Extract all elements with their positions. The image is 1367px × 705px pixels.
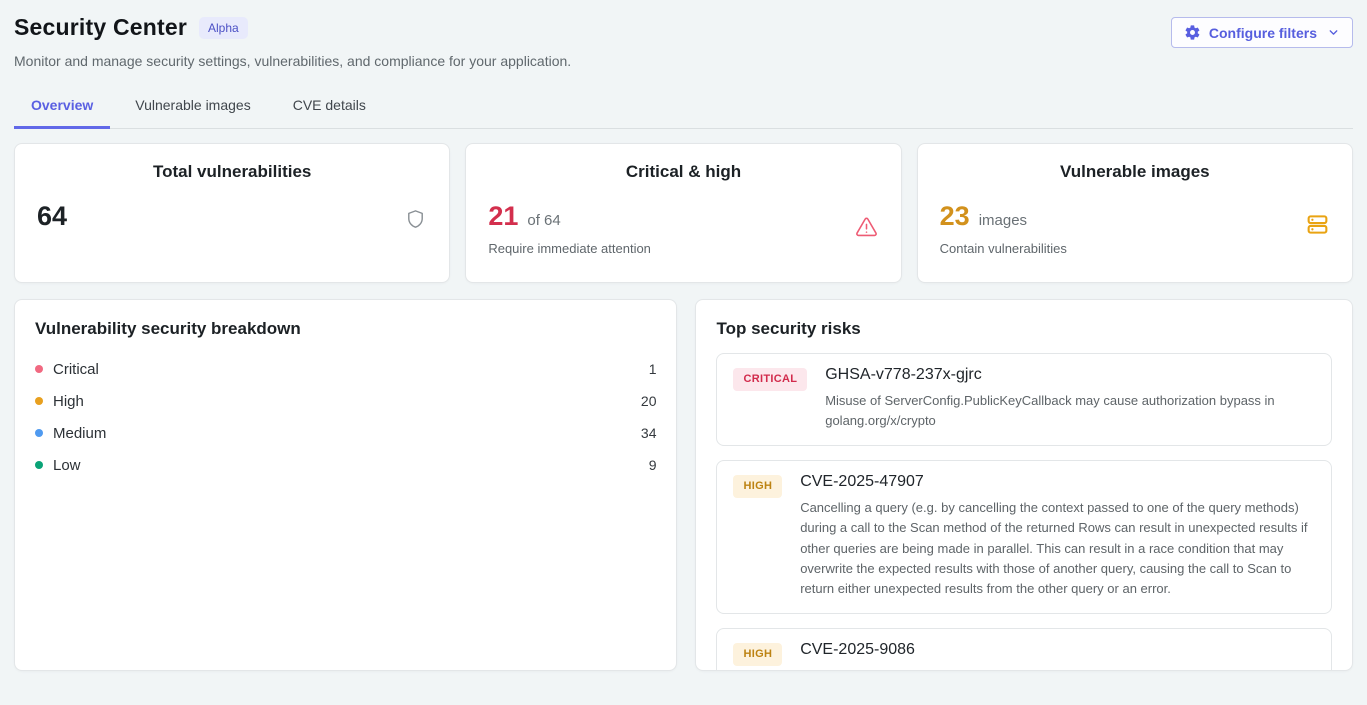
severity-row-critical: Critical 1 — [35, 353, 656, 385]
stat-card-subtext: Require immediate attention — [488, 241, 878, 256]
panels-row: Vulnerability security breakdown Critica… — [14, 299, 1353, 671]
tab-vulnerable-images[interactable]: Vulnerable images — [118, 91, 267, 129]
stat-card-critical-high: Critical & high 21 of 64 Require immedia… — [465, 143, 901, 283]
stat-card-total-vulnerabilities: Total vulnerabilities 64 — [14, 143, 450, 283]
risk-item-ghsa-v778-237x-gjrc[interactable]: CRITICAL GHSA-v778-237x-gjrc Misuse of S… — [716, 353, 1332, 446]
stat-card-subtext: Contain vulnerabilities — [940, 241, 1330, 256]
stat-cards-row: Total vulnerabilities 64 Critical & high… — [14, 143, 1353, 283]
vulnerability-breakdown-panel: Vulnerability security breakdown Critica… — [14, 299, 677, 671]
top-security-risks-panel: Top security risks CRITICAL GHSA-v778-23… — [695, 299, 1353, 671]
total-vulnerabilities-value: 64 — [37, 203, 67, 230]
severity-badge-high: HIGH — [733, 475, 782, 498]
breakdown-panel-title: Vulnerability security breakdown — [35, 319, 656, 339]
severity-row-medium: Medium 34 — [35, 417, 656, 449]
severity-count: 34 — [641, 425, 657, 441]
page-title: Security Center — [14, 14, 187, 41]
tab-bar: Overview Vulnerable images CVE details — [14, 91, 1353, 129]
critical-high-suffix: of 64 — [527, 212, 560, 229]
severity-label: Low — [53, 457, 81, 474]
risk-id: GHSA-v778-237x-gjrc — [825, 366, 1315, 384]
stat-card-title: Vulnerable images — [940, 162, 1330, 182]
gear-icon — [1184, 24, 1201, 41]
severity-badge-critical: CRITICAL — [733, 368, 807, 391]
warning-triangle-icon — [854, 214, 879, 244]
severity-row-low: Low 9 — [35, 449, 656, 481]
severity-count: 20 — [641, 393, 657, 409]
risk-description: Cancelling a query (e.g. by cancelling t… — [800, 498, 1315, 599]
severity-count: 1 — [649, 361, 657, 377]
severity-label: Medium — [53, 425, 106, 442]
severity-label: High — [53, 393, 84, 410]
risk-list: CRITICAL GHSA-v778-237x-gjrc Misuse of S… — [716, 353, 1332, 671]
risk-item-cve-2025-9086[interactable]: HIGH CVE-2025-9086 — [716, 628, 1332, 671]
vulnerable-images-suffix: images — [979, 212, 1027, 229]
security-center-page: Security Center Alpha Monitor and manage… — [0, 0, 1367, 705]
risk-id: CVE-2025-47907 — [800, 473, 1315, 491]
top-risks-panel-title: Top security risks — [716, 319, 1332, 339]
server-stack-icon — [1305, 212, 1330, 242]
vulnerable-images-value: 23 — [940, 203, 970, 230]
stat-card-vulnerable-images: Vulnerable images 23 images Contain vuln… — [917, 143, 1353, 283]
high-dot-icon — [35, 397, 43, 405]
configure-filters-button[interactable]: Configure filters — [1171, 17, 1353, 48]
chevron-down-icon — [1327, 26, 1340, 39]
shield-icon — [404, 208, 427, 236]
severity-label: Critical — [53, 361, 99, 378]
low-dot-icon — [35, 461, 43, 469]
critical-dot-icon — [35, 365, 43, 373]
page-header: Security Center Alpha Monitor and manage… — [0, 0, 1367, 69]
severity-count: 9 — [649, 457, 657, 473]
stat-card-title: Critical & high — [488, 162, 878, 182]
risk-description: Misuse of ServerConfig.PublicKeyCallback… — [825, 391, 1315, 431]
risk-item-cve-2025-47907[interactable]: HIGH CVE-2025-47907 Cancelling a query (… — [716, 460, 1332, 614]
tab-cve-details[interactable]: CVE details — [276, 91, 383, 129]
configure-filters-label: Configure filters — [1209, 25, 1317, 41]
risk-id: CVE-2025-9086 — [800, 641, 1315, 659]
severity-row-high: High 20 — [35, 385, 656, 417]
page-subtitle: Monitor and manage security settings, vu… — [14, 53, 1353, 69]
critical-high-value: 21 — [488, 203, 518, 230]
stat-card-title: Total vulnerabilities — [37, 162, 427, 182]
alpha-badge: Alpha — [199, 17, 248, 39]
tab-overview[interactable]: Overview — [14, 91, 110, 129]
severity-badge-high: HIGH — [733, 643, 782, 666]
breakdown-list: Critical 1 High 20 Medium 34 Low 9 — [35, 353, 656, 481]
medium-dot-icon — [35, 429, 43, 437]
